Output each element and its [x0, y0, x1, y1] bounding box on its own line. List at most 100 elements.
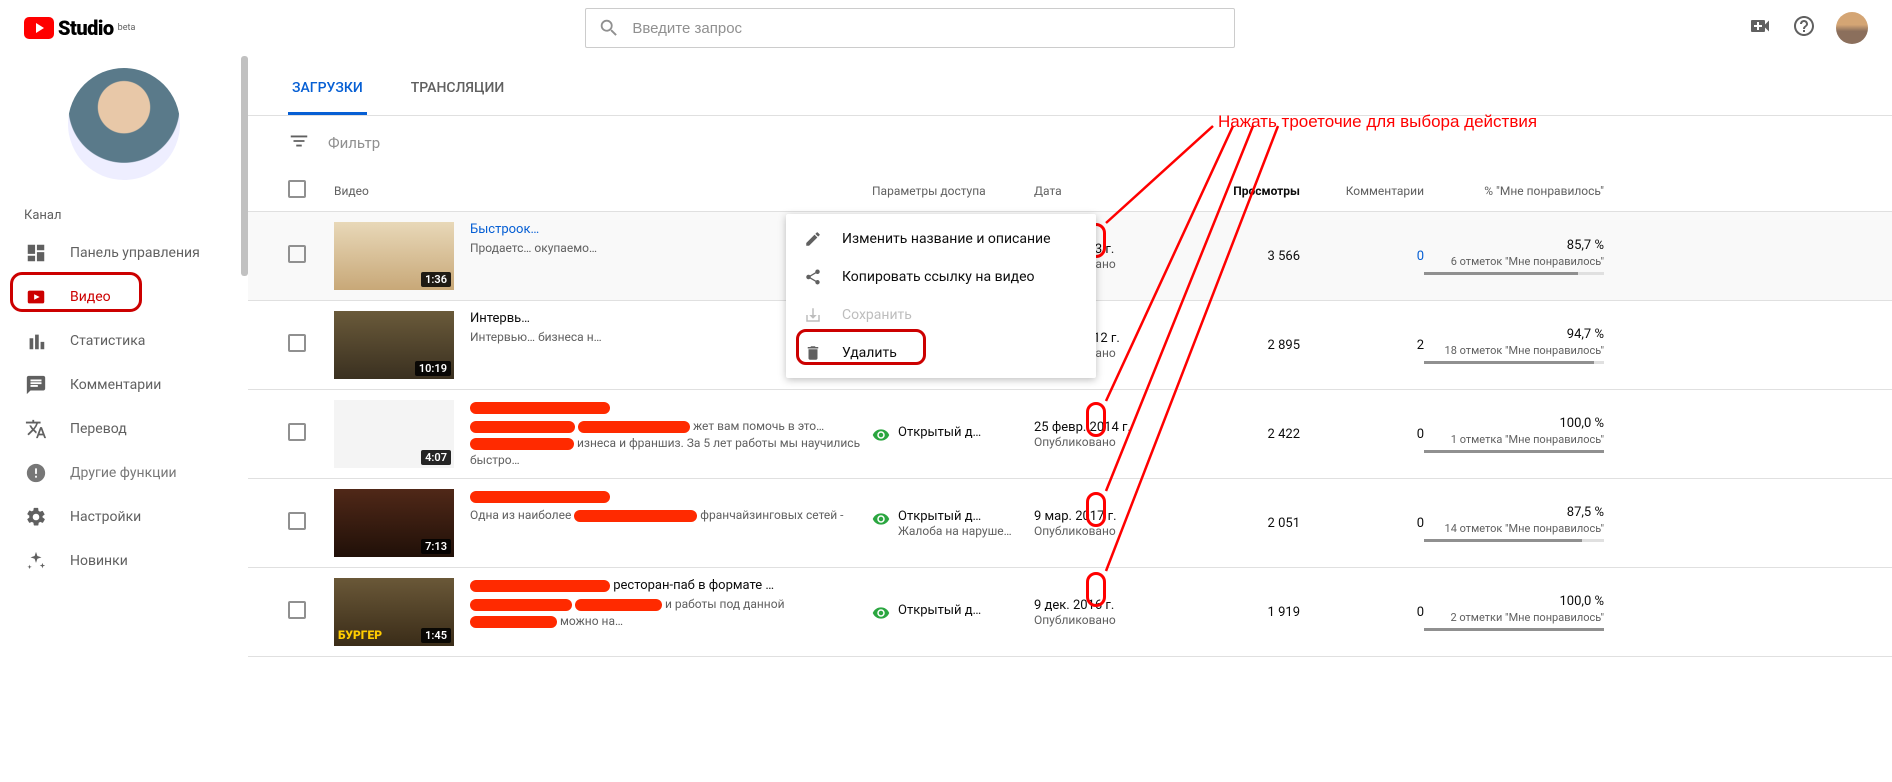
- date-cell: 25 февр. 2014 г.Опубликовано: [1034, 420, 1184, 449]
- annotation-marker: [1086, 492, 1106, 527]
- visibility-cell[interactable]: Открытый д…: [872, 603, 1034, 622]
- col-visibility: Параметры доступа: [872, 184, 1034, 198]
- sidebar-item-label: Комментарии: [70, 377, 161, 393]
- likes-cell: 85,7 %6 отметок "Мне понравилось": [1424, 238, 1604, 275]
- video-thumbnail[interactable]: 1:36: [334, 222, 454, 290]
- col-date: Дата: [1034, 184, 1184, 198]
- scrollbar[interactable]: [241, 56, 248, 276]
- comments-cell[interactable]: 0: [1300, 516, 1424, 531]
- video-thumbnail[interactable]: БУРГЕР1:45: [334, 578, 454, 646]
- tab-live[interactable]: ТРАНСЛЯЦИИ: [407, 64, 508, 115]
- views-cell: 3 566: [1184, 249, 1300, 264]
- visibility-cell[interactable]: Открытый д…Жалоба на наруше…: [872, 509, 1034, 538]
- views-cell: 1 919: [1184, 605, 1300, 620]
- video-cell: 7:13 Одна из наиболее франчайзинговых сет…: [334, 489, 872, 557]
- ctx-edit[interactable]: Изменить название и описание: [786, 220, 1096, 258]
- pencil-icon: [804, 230, 824, 248]
- search-input[interactable]: [632, 20, 1222, 37]
- row-checkbox[interactable]: [288, 334, 306, 352]
- annotation-marker: [1086, 402, 1106, 437]
- sidebar-item-comments[interactable]: Комментарии: [0, 363, 248, 407]
- dashboard-icon: [24, 241, 48, 265]
- ctx-delete[interactable]: Удалить: [786, 334, 1096, 372]
- video-thumbnail[interactable]: 10:19: [334, 311, 454, 379]
- help-icon[interactable]: [1792, 14, 1816, 42]
- video-cell: БУРГЕР1:45 ресторан-паб в формате … и ра…: [334, 578, 872, 646]
- row-checkbox[interactable]: [288, 245, 306, 263]
- sidebar-item-new[interactable]: Новинки: [0, 539, 248, 583]
- visibility-public-icon: [872, 604, 890, 622]
- row-checkbox[interactable]: [288, 512, 306, 530]
- likes-cell: 94,7 %18 отметок "Мне понравилось": [1424, 327, 1604, 364]
- sidebar-item-dashboard[interactable]: Панель управления: [0, 231, 248, 275]
- duration-badge: 1:45: [421, 628, 451, 643]
- logo-beta: beta: [118, 23, 136, 33]
- sidebar-item-other[interactable]: Другие функции: [0, 451, 248, 495]
- sidebar-item-label: Перевод: [70, 421, 127, 437]
- col-video: Видео: [334, 184, 872, 198]
- duration-badge: 1:36: [421, 272, 451, 287]
- table-row[interactable]: БУРГЕР1:45 ресторан-паб в формате … и ра…: [248, 568, 1892, 657]
- likes-cell: 100,0 %2 отметки "Мне понравилось": [1424, 594, 1604, 631]
- visibility-cell[interactable]: Открытый д…: [872, 425, 1034, 444]
- sidebar-item-analytics[interactable]: Статистика: [0, 319, 248, 363]
- search-icon: [598, 17, 620, 39]
- comments-cell[interactable]: 0: [1300, 249, 1424, 264]
- video-description: Одна из наиболее франчайзинговых сетей -: [470, 507, 872, 524]
- video-context-menu: Изменить название и описание Копировать …: [786, 214, 1096, 378]
- tabs: ЗАГРУЗКИ ТРАНСЛЯЦИИ: [248, 64, 1892, 116]
- col-views[interactable]: Просмотры: [1184, 184, 1300, 198]
- date-cell: 9 дек. 2016 г.Опубликовано: [1034, 598, 1184, 627]
- sidebar-item-label: Видео: [70, 289, 111, 305]
- sidebar-item-label: Настройки: [70, 509, 141, 525]
- sidebar-item-translations[interactable]: Перевод: [0, 407, 248, 451]
- video-description: и работы под данной можно на…: [470, 596, 872, 630]
- filter-icon[interactable]: [288, 130, 310, 156]
- annotation-marker: [1086, 572, 1106, 607]
- translate-icon: [24, 417, 48, 441]
- annotation-text: Нажать троеточие для выбора действия: [1218, 112, 1537, 132]
- studio-logo[interactable]: Studio beta: [24, 16, 135, 40]
- table-row[interactable]: 4:07 жет вам помочь в это… изнеса и фран…: [248, 390, 1892, 479]
- video-thumbnail[interactable]: 4:07: [334, 400, 454, 468]
- table-header: Видео Параметры доступа Дата Просмотры К…: [248, 170, 1892, 212]
- filter-row: Фильтр: [248, 116, 1892, 170]
- sidebar-item-label: Другие функции: [70, 465, 177, 481]
- download-icon: [804, 306, 824, 324]
- create-video-icon[interactable]: [1748, 14, 1772, 42]
- header-actions: [1748, 12, 1868, 44]
- comments-cell[interactable]: 2: [1300, 338, 1424, 353]
- sidebar-item-label: Статистика: [70, 333, 145, 349]
- row-checkbox[interactable]: [288, 423, 306, 441]
- visibility-public-icon: [872, 426, 890, 444]
- video-icon: [24, 285, 48, 309]
- sidebar-item-settings[interactable]: Настройки: [0, 495, 248, 539]
- user-avatar[interactable]: [1836, 12, 1868, 44]
- sidebar-item-label: Новинки: [70, 553, 128, 569]
- comments-cell[interactable]: 0: [1300, 427, 1424, 442]
- channel-avatar[interactable]: [68, 68, 180, 180]
- comments-cell[interactable]: 0: [1300, 605, 1424, 620]
- tab-uploads[interactable]: ЗАГРУЗКИ: [288, 64, 367, 115]
- sidebar-item-videos[interactable]: Видео: [0, 275, 248, 319]
- visibility-public-icon: [872, 510, 890, 528]
- views-cell: 2 422: [1184, 427, 1300, 442]
- app-header: Studio beta: [0, 0, 1892, 56]
- views-cell: 2 895: [1184, 338, 1300, 353]
- video-thumbnail[interactable]: 7:13: [334, 489, 454, 557]
- row-checkbox[interactable]: [288, 601, 306, 619]
- select-all-checkbox[interactable]: [288, 180, 306, 198]
- table-row[interactable]: 7:13 Одна из наиболее франчайзинговых сет…: [248, 479, 1892, 568]
- likes-cell: 100,0 %1 отметка "Мне понравилось": [1424, 416, 1604, 453]
- col-likes: % "Мне понравилось": [1424, 184, 1604, 198]
- sidebar: Канал Панель управления Видео Статистика…: [0, 56, 248, 782]
- share-icon: [804, 268, 824, 286]
- filter-placeholder[interactable]: Фильтр: [328, 134, 380, 152]
- ctx-copy-link[interactable]: Копировать ссылку на видео: [786, 258, 1096, 296]
- channel-label: Канал: [0, 200, 248, 231]
- search-box[interactable]: [585, 8, 1235, 48]
- new-icon: [24, 549, 48, 573]
- comments-icon: [24, 373, 48, 397]
- trash-icon: [804, 344, 824, 362]
- duration-badge: 7:13: [421, 539, 451, 554]
